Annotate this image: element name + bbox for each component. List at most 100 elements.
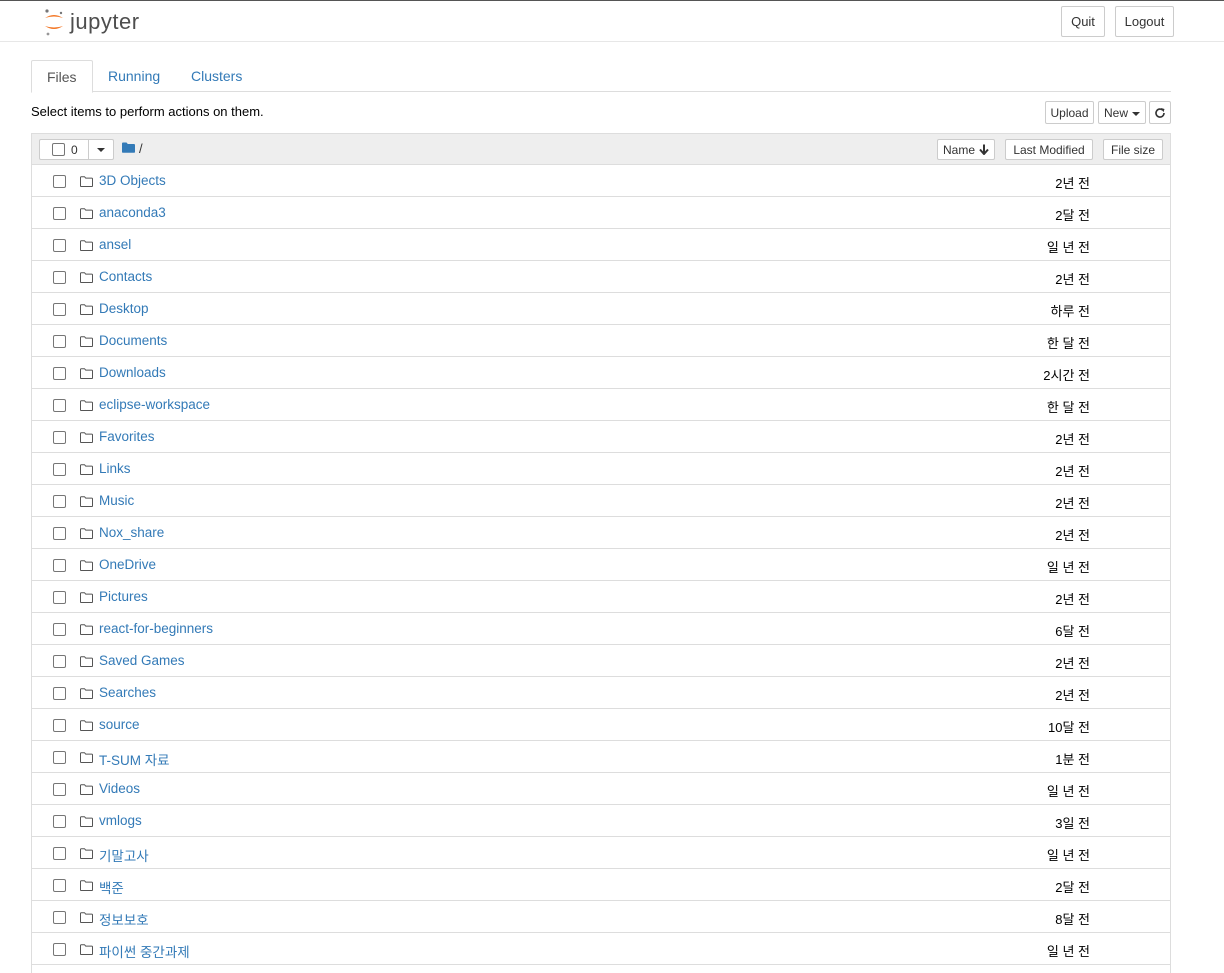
item-name-link[interactable]: Links — [99, 461, 131, 476]
item-modified: 2년 전 — [1055, 432, 1090, 447]
sort-modified-button[interactable]: Last Modified — [1005, 139, 1093, 160]
row-checkbox[interactable] — [53, 367, 66, 380]
item-modified: 일 년 전 — [1046, 848, 1090, 863]
item-name-link[interactable]: Nox_share — [99, 525, 164, 540]
home-folder-icon[interactable] — [122, 142, 135, 153]
file-row[interactable]: Nox_share 2년 전 — [32, 517, 1170, 549]
row-checkbox[interactable] — [53, 623, 66, 636]
sort-name-button[interactable]: Name — [937, 139, 995, 160]
file-row[interactable]: OneDrive 일 년 전 — [32, 549, 1170, 581]
item-name-link[interactable]: Documents — [99, 333, 167, 348]
file-row[interactable]: Saved Games 2년 전 — [32, 645, 1170, 677]
file-row[interactable]: anaconda3 2달 전 — [32, 197, 1170, 229]
sort-size-button[interactable]: File size — [1103, 139, 1163, 160]
file-row[interactable]: 파이썬 중간과제 일 년 전 — [32, 933, 1170, 965]
row-checkbox[interactable] — [53, 271, 66, 284]
file-row[interactable]: T-SUM 자료 1분 전 — [32, 741, 1170, 773]
row-checkbox[interactable] — [53, 591, 66, 604]
item-name-link[interactable]: Favorites — [99, 429, 155, 444]
file-row[interactable]: 기말고사 일 년 전 — [32, 837, 1170, 869]
item-name-link[interactable]: 백준 — [99, 877, 124, 897]
file-row[interactable]: Pictures 2년 전 — [32, 581, 1170, 613]
item-name-link[interactable]: Saved Games — [99, 653, 185, 668]
row-checkbox[interactable] — [53, 207, 66, 220]
row-checkbox[interactable] — [53, 687, 66, 700]
tab-files[interactable]: Files — [31, 60, 93, 93]
file-row[interactable]: Downloads 2시간 전 — [32, 357, 1170, 389]
row-checkbox[interactable] — [53, 911, 66, 924]
item-name-link[interactable]: eclipse-workspace — [99, 397, 210, 412]
row-checkbox[interactable] — [53, 239, 66, 252]
folder-icon — [80, 911, 93, 926]
file-row[interactable]: vmlogs 3일 전 — [32, 805, 1170, 837]
row-checkbox[interactable] — [53, 431, 66, 444]
tab-clusters[interactable]: Clusters — [176, 60, 257, 92]
breadcrumb[interactable]: / — [139, 141, 143, 156]
row-checkbox[interactable] — [53, 303, 66, 316]
row-checkbox[interactable] — [53, 751, 66, 764]
item-name-link[interactable]: 파이썬 중간과제 — [99, 941, 190, 961]
row-checkbox[interactable] — [53, 175, 66, 188]
tab-running[interactable]: Running — [93, 60, 175, 92]
row-checkbox[interactable] — [53, 655, 66, 668]
new-dropdown-button[interactable]: New — [1098, 101, 1146, 124]
new-label: New — [1103, 105, 1128, 120]
select-dropdown-caret-icon[interactable] — [97, 148, 105, 152]
file-row[interactable]: source 10달 전 — [32, 709, 1170, 741]
row-checkbox[interactable] — [53, 399, 66, 412]
file-row[interactable]: eclipse-workspace 한 달 전 — [32, 389, 1170, 421]
file-row[interactable]: Favorites 2년 전 — [32, 421, 1170, 453]
item-name-link[interactable]: Contacts — [99, 269, 152, 284]
file-row[interactable]: Searches 2년 전 — [32, 677, 1170, 709]
item-name-link[interactable]: Pictures — [99, 589, 148, 604]
jupyter-logo[interactable]: jupyter — [42, 7, 140, 37]
file-row[interactable]: Links 2년 전 — [32, 453, 1170, 485]
item-name-link[interactable]: OneDrive — [99, 557, 156, 572]
file-row[interactable]: Videos 일 년 전 — [32, 773, 1170, 805]
logout-button[interactable]: Logout — [1115, 6, 1174, 37]
item-name-link[interactable]: Desktop — [99, 301, 149, 316]
item-name-link[interactable]: ansel — [99, 237, 131, 252]
row-checkbox[interactable] — [53, 847, 66, 860]
row-checkbox[interactable] — [53, 463, 66, 476]
item-name-link[interactable]: Videos — [99, 781, 140, 796]
row-checkbox[interactable] — [53, 495, 66, 508]
item-name-link[interactable]: react-for-beginners — [99, 621, 213, 636]
tab-bar: Files Running Clusters — [31, 60, 1171, 93]
row-checkbox[interactable] — [53, 879, 66, 892]
item-name-link[interactable]: Searches — [99, 685, 156, 700]
row-checkbox[interactable] — [53, 527, 66, 540]
row-checkbox[interactable] — [53, 783, 66, 796]
quit-button[interactable]: Quit — [1061, 6, 1105, 37]
row-checkbox[interactable] — [53, 335, 66, 348]
item-modified: 2년 전 — [1055, 464, 1090, 479]
row-checkbox[interactable] — [53, 559, 66, 572]
item-name-link[interactable]: 3D Objects — [99, 173, 166, 188]
row-checkbox[interactable] — [53, 815, 66, 828]
file-row[interactable]: 3D Objects 2년 전 — [32, 165, 1170, 197]
file-row[interactable]: 정보보호 8달 전 — [32, 901, 1170, 933]
refresh-button[interactable] — [1149, 101, 1171, 124]
item-name-link[interactable]: source — [99, 717, 140, 732]
item-name-link[interactable]: 정보보호 — [99, 909, 149, 929]
item-name-link[interactable]: vmlogs — [99, 813, 142, 828]
file-row[interactable]: Contacts 2년 전 — [32, 261, 1170, 293]
item-name-link[interactable]: Music — [99, 493, 134, 508]
item-name-link[interactable]: Downloads — [99, 365, 166, 380]
row-checkbox[interactable] — [53, 943, 66, 956]
file-row[interactable]: ansel 일 년 전 — [32, 229, 1170, 261]
select-all-group[interactable]: 0 — [39, 139, 114, 160]
row-checkbox[interactable] — [53, 719, 66, 732]
file-row[interactable]: Music 2년 전 — [32, 485, 1170, 517]
item-name-link[interactable]: 기말고사 — [99, 845, 149, 865]
file-row[interactable]: Documents 한 달 전 — [32, 325, 1170, 357]
item-modified: 2년 전 — [1055, 656, 1090, 671]
item-name-link[interactable]: T-SUM 자료 — [99, 749, 170, 769]
select-all-checkbox[interactable] — [52, 143, 65, 156]
file-row[interactable]: Desktop 하루 전 — [32, 293, 1170, 325]
file-row[interactable]: 백준 2달 전 — [32, 869, 1170, 901]
file-row[interactable]: react-for-beginners 6달 전 — [32, 613, 1170, 645]
upload-button[interactable]: Upload — [1045, 101, 1094, 124]
item-name-link[interactable]: anaconda3 — [99, 205, 166, 220]
select-divider — [88, 140, 89, 159]
